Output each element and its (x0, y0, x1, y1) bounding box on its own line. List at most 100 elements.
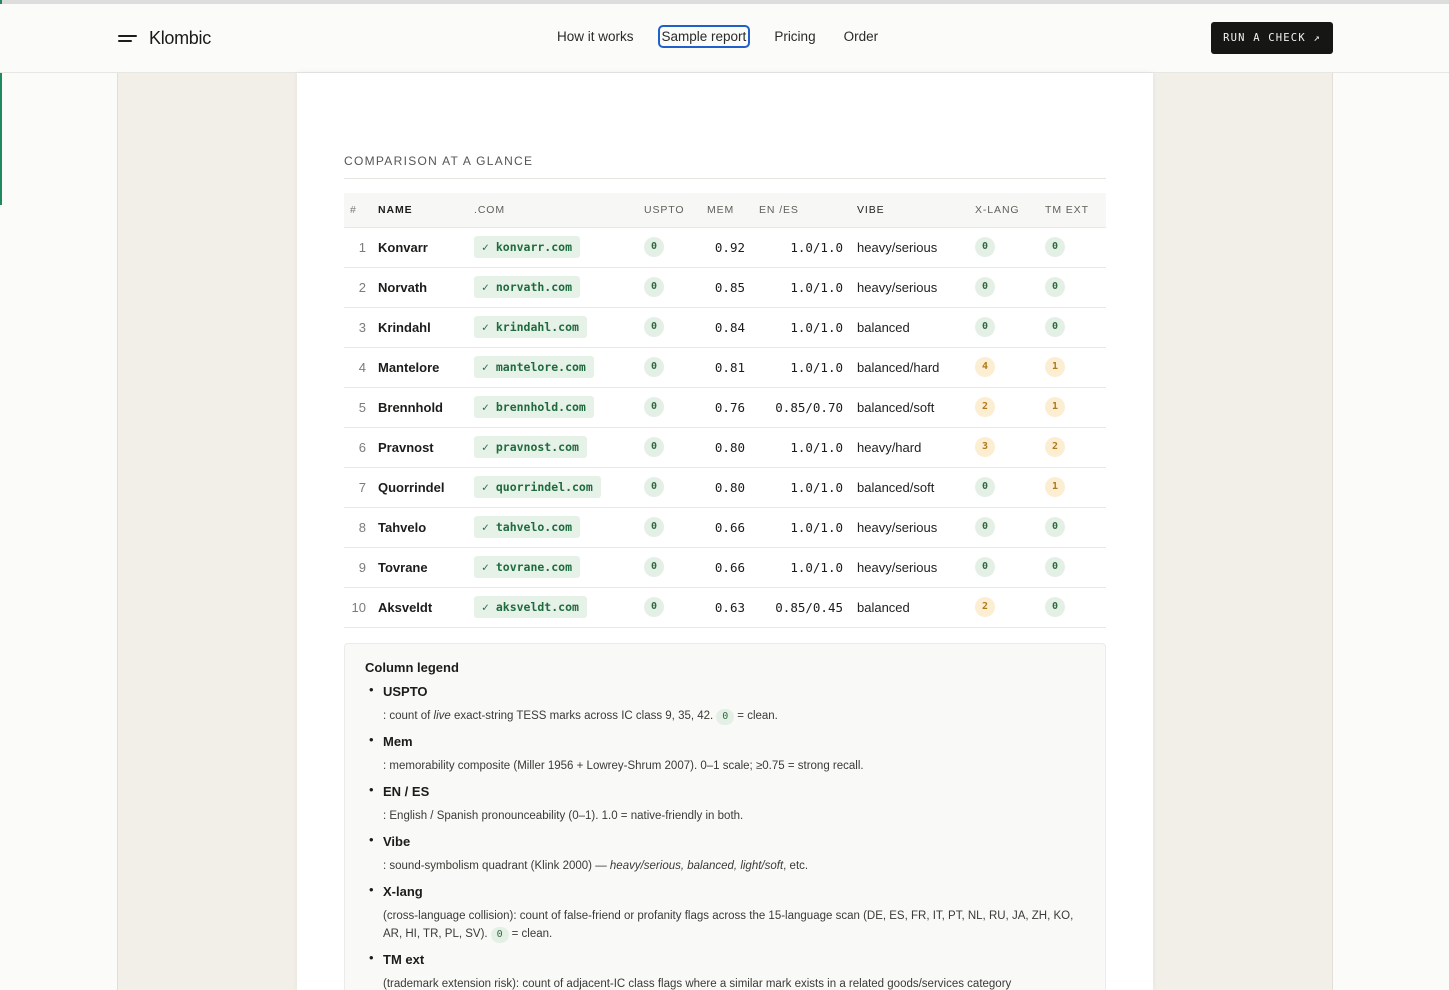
cell-enes: 1.0/1.0 (753, 347, 851, 388)
cell-rank: 1 (344, 227, 372, 268)
legend-term: X-lang (383, 884, 423, 899)
cell-tmext: 1 (1039, 347, 1106, 388)
cell-rank: 2 (344, 267, 372, 308)
legend-desc: : sound-symbolism quadrant (Klink 2000) … (383, 860, 809, 872)
site-header: Klombic How it works Sample report Prici… (0, 4, 1449, 73)
cell-mem: 0.66 (701, 507, 753, 548)
cell-tmext: 0 (1039, 547, 1106, 588)
table-row[interactable]: 3 Krindahl ✓ krindahl.com 0 0.84 1.0/1.0 balan… (344, 307, 1106, 348)
table-row[interactable]: 2 Norvath ✓ norvath.com 0 0.85 1.0/1.0 heavy/s… (344, 267, 1106, 308)
nav-order[interactable]: Order (842, 27, 881, 46)
domain-available-pill[interactable]: ✓ quorrindel.com (474, 476, 601, 498)
domain-available-pill[interactable]: ✓ norvath.com (474, 276, 581, 298)
legend-item-vibe: Vibe : sound-symbolism quadrant (Klink 2… (369, 831, 1085, 875)
table-row[interactable]: 7 Quorrindel ✓ quorrindel.com 0 0.80 1.0/1.0 b… (344, 467, 1106, 508)
domain-available-pill[interactable]: ✓ krindahl.com (474, 316, 587, 338)
col-header-uspto: USPTO (638, 193, 701, 228)
cell-uspto: 0 (638, 347, 701, 388)
cell-enes: 1.0/1.0 (753, 227, 851, 268)
cell-tmext: 1 (1039, 387, 1106, 428)
table-header-row: # NAME .COM USPTO MEM EN /ES VIBE X-LANG… (344, 193, 1106, 228)
cell-mem: 0.80 (701, 467, 753, 508)
legend-item-xlang: X-lang (cross-language collision): count… (369, 881, 1085, 943)
cell-uspto: 0 (638, 307, 701, 348)
cell-mem: 0.66 (701, 547, 753, 588)
cell-enes: 1.0/1.0 (753, 467, 851, 508)
brand-name: Klombic (149, 28, 211, 48)
cell-tmext: 0 (1039, 267, 1106, 308)
cell-xlang: 0 (969, 467, 1039, 508)
cell-uspto: 0 (638, 387, 701, 428)
cell-domain: ✓ brennhold.com (468, 387, 638, 428)
cell-rank: 8 (344, 507, 372, 548)
run-a-check-button[interactable]: RUN A CHECK ↗ (1211, 22, 1333, 54)
cell-rank: 4 (344, 347, 372, 388)
uspto-badge: 0 (644, 517, 664, 537)
cell-uspto: 0 (638, 267, 701, 308)
domain-available-pill[interactable]: ✓ aksveldt.com (474, 596, 587, 618)
cell-domain: ✓ quorrindel.com (468, 467, 638, 508)
cell-name: Brennhold (372, 387, 468, 428)
legend-term: EN / ES (383, 784, 430, 799)
col-header-name: NAME (372, 193, 468, 228)
cell-vibe: balanced (851, 307, 969, 348)
domain-available-pill[interactable]: ✓ mantelore.com (474, 356, 594, 378)
nav-how-it-works[interactable]: How it works (555, 27, 636, 46)
tmext-badge: 1 (1045, 357, 1065, 377)
table-row[interactable]: 8 Tahvelo ✓ tahvelo.com 0 0.66 1.0/1.0 heavy/s… (344, 507, 1106, 548)
cell-domain: ✓ aksveldt.com (468, 587, 638, 628)
cell-enes: 1.0/1.0 (753, 507, 851, 548)
cell-domain: ✓ tovrane.com (468, 547, 638, 588)
cell-name: Pravnost (372, 427, 468, 468)
col-header-enes: EN /ES (753, 193, 851, 228)
cell-tmext: 0 (1039, 587, 1106, 628)
legend-item-enes: EN / ES : English / Spanish pronounceabi… (369, 781, 1085, 825)
menu-lines-icon (118, 34, 137, 44)
table-row[interactable]: 9 Tovrane ✓ tovrane.com 0 0.66 1.0/1.0 heavy/s… (344, 547, 1106, 588)
col-header-mem: MEM (701, 193, 753, 228)
legend-desc: (trademark extension risk): count of adj… (383, 978, 1012, 990)
table-row[interactable]: 4 Mantelore ✓ mantelore.com 0 0.81 1.0/1.0 bal… (344, 347, 1106, 388)
table-row[interactable]: 5 Brennhold ✓ brennhold.com 0 0.76 0.85/0.70 b… (344, 387, 1106, 428)
domain-available-pill[interactable]: ✓ tovrane.com (474, 556, 581, 578)
col-header-xlang: X-LANG (969, 193, 1039, 228)
uspto-badge: 0 (644, 357, 664, 377)
table-row[interactable]: 1 Konvarr ✓ konvarr.com 0 0.92 1.0/1.0 heavy/s… (344, 227, 1106, 268)
cell-mem: 0.80 (701, 427, 753, 468)
uspto-badge: 0 (644, 317, 664, 337)
cell-uspto: 0 (638, 587, 701, 628)
cell-xlang: 0 (969, 267, 1039, 308)
legend-item-uspto: USPTO : count of live exact-string TESS … (369, 681, 1085, 725)
domain-available-pill[interactable]: ✓ konvarr.com (474, 236, 581, 258)
cell-xlang: 3 (969, 427, 1039, 468)
tmext-badge: 0 (1045, 597, 1065, 617)
cell-vibe: balanced/soft (851, 387, 969, 428)
comparison-table: # NAME .COM USPTO MEM EN /ES VIBE X-LANG… (344, 193, 1106, 628)
cell-tmext: 2 (1039, 427, 1106, 468)
cell-rank: 5 (344, 387, 372, 428)
cell-tmext: 0 (1039, 227, 1106, 268)
nav-sample-report[interactable]: Sample report (657, 25, 751, 48)
legend-term: Mem (383, 734, 413, 749)
xlang-badge: 4 (975, 357, 995, 377)
tmext-badge: 2 (1045, 437, 1065, 457)
domain-available-pill[interactable]: ✓ tahvelo.com (474, 516, 581, 538)
cell-name: Tahvelo (372, 507, 468, 548)
table-row[interactable]: 6 Pravnost ✓ pravnost.com 0 0.80 1.0/1.0 heavy… (344, 427, 1106, 468)
domain-available-pill[interactable]: ✓ pravnost.com (474, 436, 587, 458)
cell-rank: 9 (344, 547, 372, 588)
cell-mem: 0.84 (701, 307, 753, 348)
cell-uspto: 0 (638, 547, 701, 588)
domain-available-pill[interactable]: ✓ brennhold.com (474, 396, 594, 418)
nav-pricing[interactable]: Pricing (772, 27, 817, 46)
table-row[interactable]: 10 Aksveldt ✓ aksveldt.com 0 0.63 0.85/0.45 ba… (344, 587, 1106, 628)
xlang-badge: 0 (975, 237, 995, 257)
legend-term: USPTO (383, 684, 428, 699)
brand-logo[interactable]: Klombic (118, 28, 211, 49)
uspto-badge: 0 (644, 557, 664, 577)
report-sheet: COMPARISON AT A GLANCE # NAME .COM USPTO… (297, 73, 1153, 990)
legend-desc: : count of live exact-string TESS marks … (383, 707, 1085, 725)
cell-domain: ✓ krindahl.com (468, 307, 638, 348)
uspto-badge: 0 (644, 237, 664, 257)
cell-domain: ✓ pravnost.com (468, 427, 638, 468)
